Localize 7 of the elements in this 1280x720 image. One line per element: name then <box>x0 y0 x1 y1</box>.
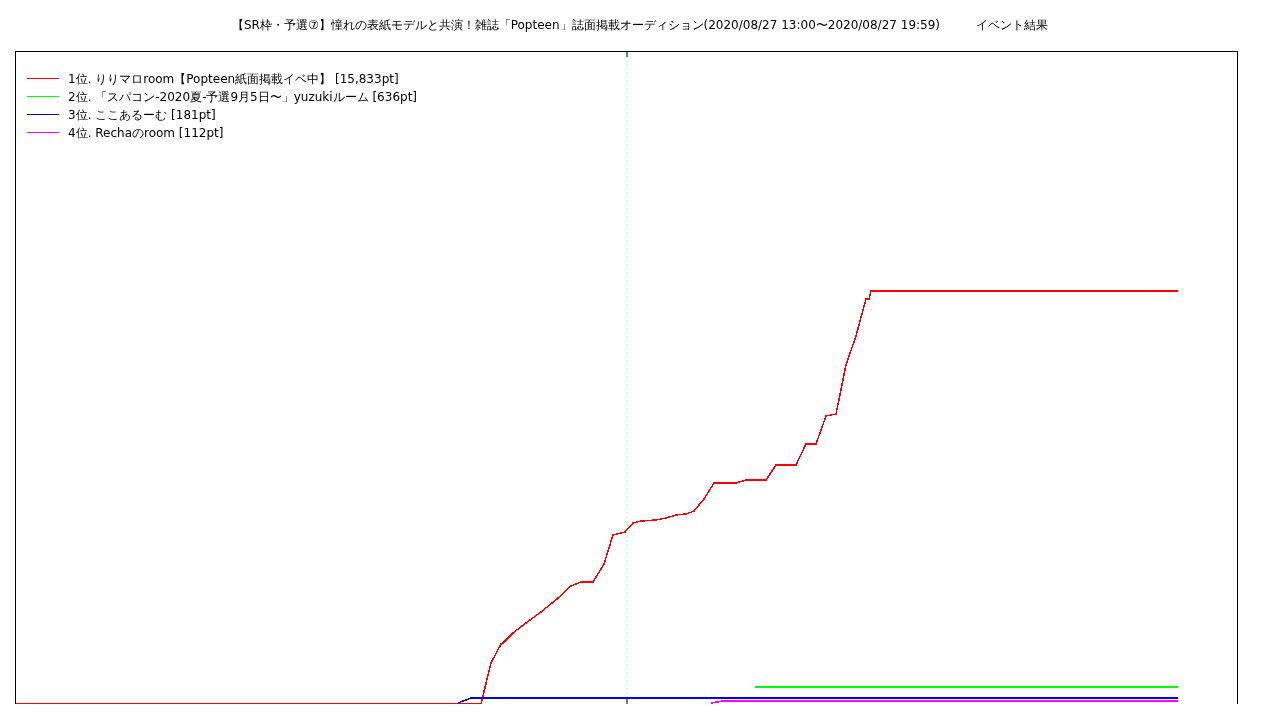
tick-mark <box>626 698 628 704</box>
legend-label: 1位. りりマロroom【Popteen紙面掲載イベ中】 [15,833pt] <box>68 70 399 88</box>
chart-title: 【SR枠・予選⑦】憧れの表紙モデルと共演！雑誌「Popteen」誌面掲載オーディション(2020/08/27 13:00〜2020/08/27 19:59) <box>231 16 940 34</box>
legend-label: 3位. ここあるーむ [181pt] <box>68 106 216 124</box>
chart-subtitle: イベント結果 <box>976 16 1048 34</box>
legend-label: 2位. 「スパコン-2020夏-予選9月5日〜」yuzukiルーム [636pt] <box>68 88 418 106</box>
legend-label: 4位. Rechaのroom [112pt] <box>68 124 224 142</box>
